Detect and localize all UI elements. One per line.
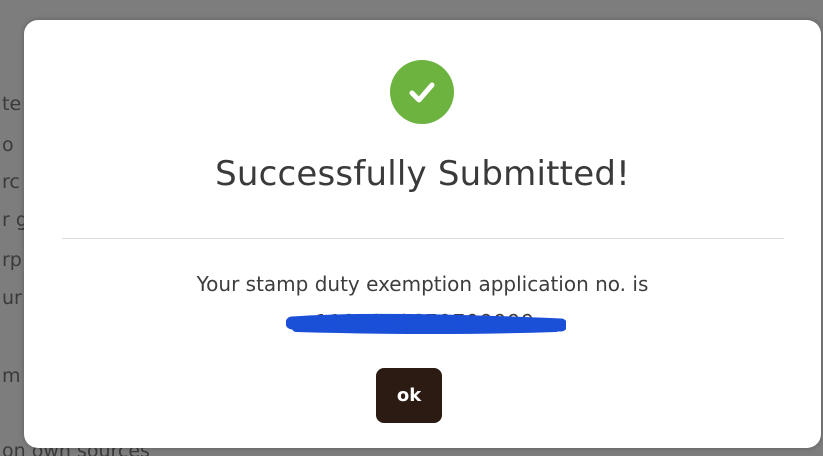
- dialog-divider: [62, 238, 784, 239]
- background-text-fragment: rp: [2, 249, 22, 271]
- success-dialog: Successfully Submitted! Your stamp duty …: [24, 20, 821, 448]
- background-text-fragment: ur: [2, 287, 22, 309]
- background-text-fragment: te: [2, 93, 22, 115]
- checkmark-icon: [409, 82, 435, 103]
- background-text-fragment: o: [2, 134, 14, 156]
- background-text-fragment: rc: [2, 171, 20, 193]
- dialog-message: Your stamp duty exemption application no…: [196, 272, 649, 296]
- dialog-title: Successfully Submitted!: [215, 154, 630, 194]
- check-circle-icon: [390, 60, 454, 124]
- ok-button[interactable]: ok: [376, 368, 442, 423]
- redaction-scribble: [286, 313, 566, 334]
- background-text-fragment: m: [2, 365, 21, 387]
